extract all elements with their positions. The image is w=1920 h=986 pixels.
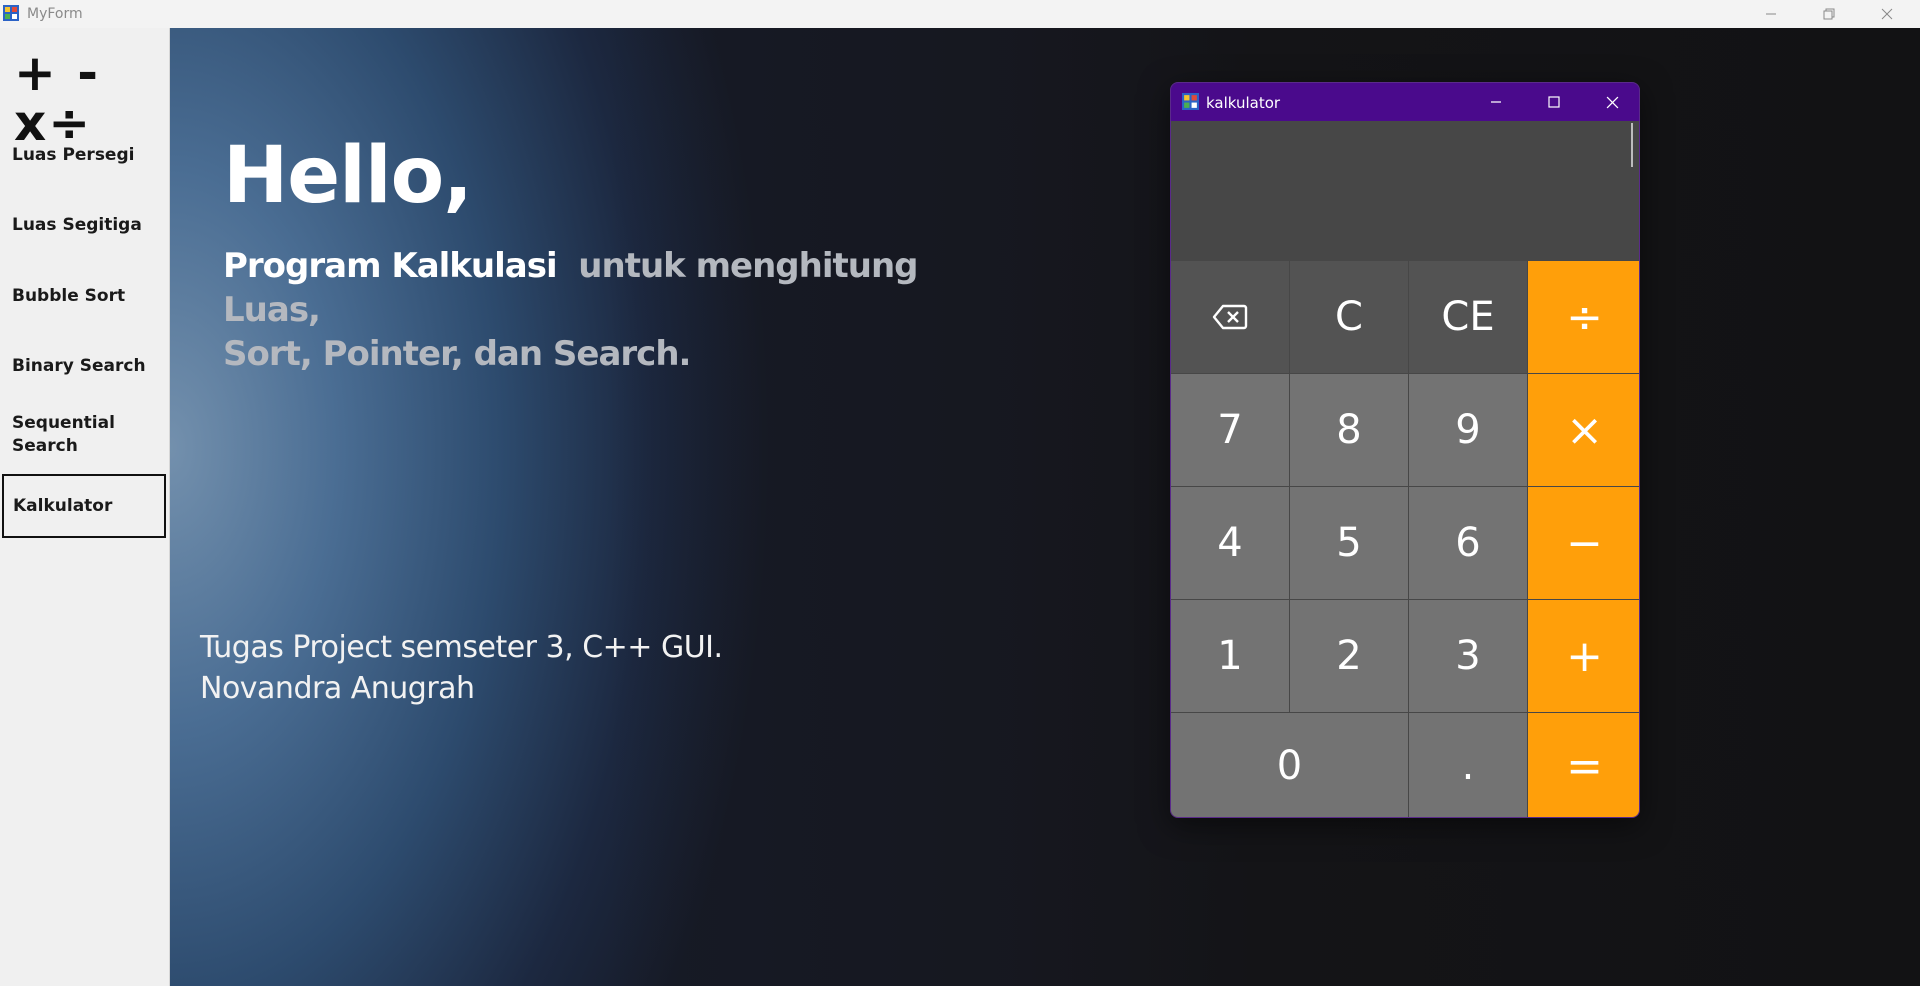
sidebar-item-binary-search[interactable]: Binary Search (2, 355, 166, 378)
maximize-icon (1548, 96, 1560, 108)
minimize-button[interactable] (1742, 0, 1800, 28)
clear-button[interactable]: C (1290, 261, 1408, 373)
close-icon (1881, 8, 1893, 20)
clear-entry-button[interactable]: CE (1409, 261, 1527, 373)
backspace-button[interactable] (1171, 261, 1289, 373)
author-name: Novandra Anugrah (200, 671, 475, 706)
sidebar-logo: + - x÷ (14, 44, 101, 152)
window-title: MyForm (27, 6, 83, 22)
digit-0-button[interactable]: 0 (1171, 713, 1408, 817)
close-icon (1606, 96, 1618, 108)
sidebar-item-bubble-sort[interactable]: Bubble Sort (2, 285, 166, 308)
app-icon (1182, 93, 1199, 110)
sidebar: + - x÷ Luas Persegi Luas Segitiga Bubble… (0, 28, 170, 986)
calculator-title: kalkulator (1206, 94, 1281, 112)
main-panel: Hello, Program Kalkulasi untuk menghitun… (170, 28, 1920, 986)
sidebar-item-luas-persegi[interactable]: Luas Persegi (2, 144, 166, 167)
close-button[interactable] (1858, 0, 1916, 28)
digit-1-button[interactable]: 1 (1171, 600, 1289, 712)
sidebar-item-kalkulator[interactable]: Kalkulator (2, 474, 166, 538)
divide-button[interactable]: ÷ (1528, 261, 1639, 373)
equals-button[interactable]: = (1528, 713, 1639, 817)
display-scrollbar[interactable] (1631, 123, 1633, 167)
digit-2-button[interactable]: 2 (1290, 600, 1408, 712)
plus-button[interactable]: + (1528, 600, 1639, 712)
backspace-icon (1212, 304, 1248, 330)
decimal-button[interactable]: . (1409, 713, 1527, 817)
digit-8-button[interactable]: 8 (1290, 374, 1408, 486)
app-icon (3, 5, 19, 21)
digit-5-button[interactable]: 5 (1290, 487, 1408, 599)
calculator-titlebar[interactable]: kalkulator (1171, 83, 1639, 121)
multiply-button[interactable]: × (1528, 374, 1639, 486)
restore-icon (1823, 8, 1835, 20)
minus-button[interactable]: − (1528, 487, 1639, 599)
keypad: C CE ÷ 7 8 9 × 4 5 6 − 1 2 3 + 0 . = (1171, 261, 1639, 817)
calc-maximize-button[interactable] (1525, 83, 1583, 121)
subtitle: Program Kalkulasi untuk menghitung Luas,… (223, 244, 1003, 376)
digit-4-button[interactable]: 4 (1171, 487, 1289, 599)
sidebar-item-sequential-search[interactable]: Sequential Search (2, 412, 142, 458)
greeting-heading: Hello, (223, 131, 473, 221)
main-titlebar: MyForm (0, 0, 1920, 28)
calculator-display[interactable] (1171, 121, 1639, 261)
digit-3-button[interactable]: 3 (1409, 600, 1527, 712)
calc-minimize-button[interactable] (1467, 83, 1525, 121)
project-info: Tugas Project semseter 3, C++ GUI. (200, 630, 723, 665)
sidebar-item-luas-segitiga[interactable]: Luas Segitiga (2, 214, 166, 237)
subtitle-strong: Program Kalkulasi (223, 246, 558, 286)
minimize-icon (1766, 13, 1776, 15)
restore-button[interactable] (1800, 0, 1858, 28)
digit-6-button[interactable]: 6 (1409, 487, 1527, 599)
calc-close-button[interactable] (1583, 83, 1639, 121)
digit-9-button[interactable]: 9 (1409, 374, 1527, 486)
subtitle-soft-2: Sort, Pointer, dan Search. (223, 334, 691, 374)
digit-7-button[interactable]: 7 (1171, 374, 1289, 486)
calculator-window: kalkulator C CE ÷ 7 8 9 × 4 5 6 − 1 2 3 … (1170, 82, 1640, 818)
minimize-icon (1491, 101, 1501, 103)
